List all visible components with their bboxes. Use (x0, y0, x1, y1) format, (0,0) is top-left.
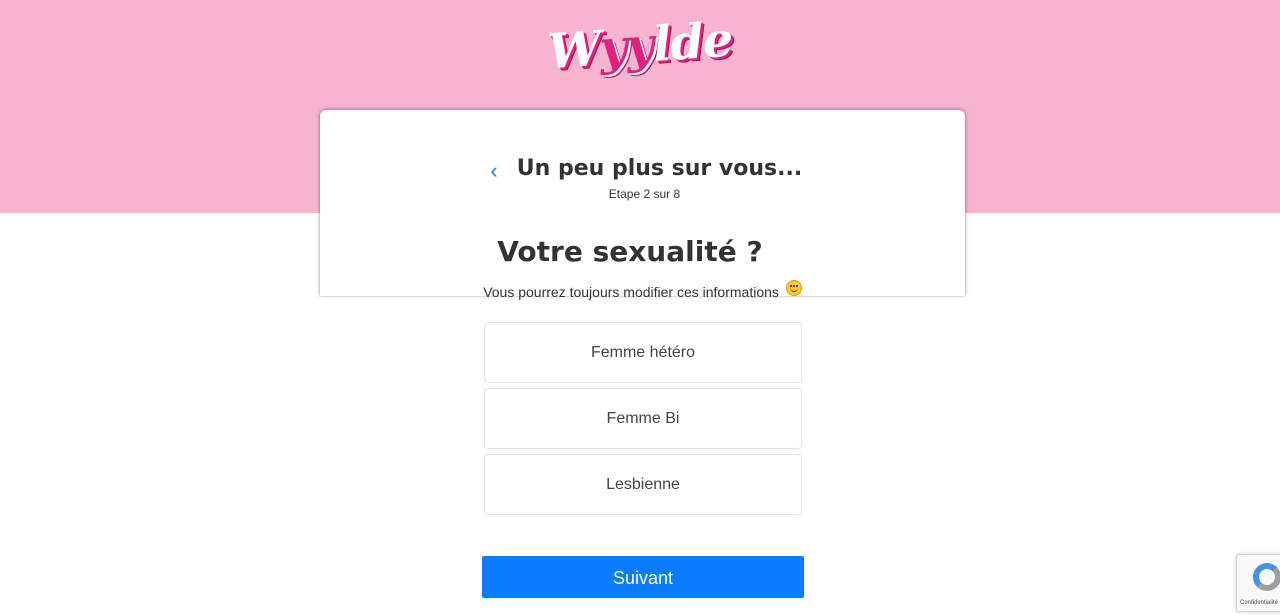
hint-text: Vous pourrez toujours modifier ces infor… (483, 284, 779, 300)
recaptcha-privacy-text[interactable]: Confidentialité - Conditions (1240, 599, 1280, 607)
smiling-face-emoji-icon (785, 280, 802, 296)
option-femme-hetero[interactable]: Femme hétéro (484, 322, 802, 383)
option-femme-bi[interactable]: Femme Bi (484, 388, 802, 449)
option-lesbienne[interactable]: Lesbienne (484, 454, 802, 515)
step-title: Un peu plus sur vous... (516, 156, 803, 181)
question-hint: Vous pourrez toujours modifier ces infor… (320, 280, 965, 303)
step-indicator: Etape 2 sur 8 (608, 187, 681, 201)
next-button[interactable]: Suivant (482, 556, 804, 598)
recaptcha-badge[interactable]: Confidentialité - Conditions (1236, 554, 1280, 612)
question-title: Votre sexualité ? (497, 235, 763, 268)
recaptcha-icon (1253, 563, 1280, 591)
signup-page: Wyylde ‹ Un peu plus sur vous... Etape 2… (0, 0, 1280, 615)
